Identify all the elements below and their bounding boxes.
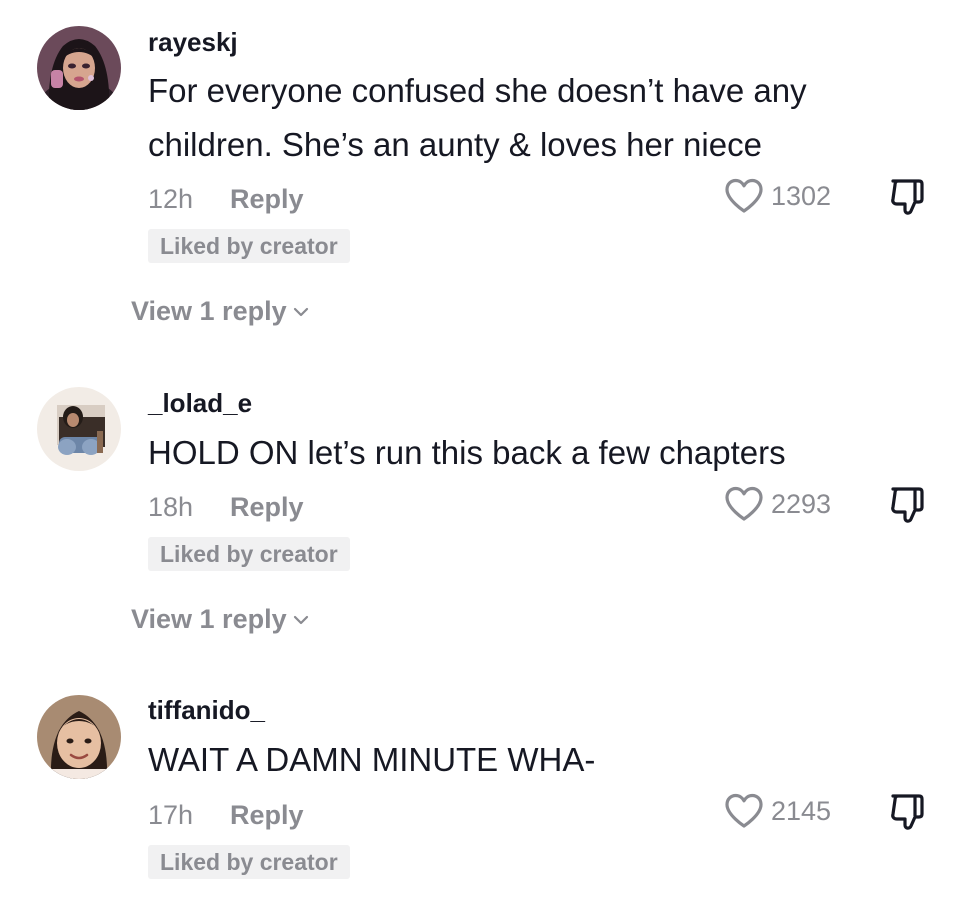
dislike-button[interactable] — [887, 177, 931, 217]
timestamp: 17h — [148, 800, 194, 830]
like-count: 2145 — [771, 795, 832, 826]
view-replies-button[interactable]: View 1 reply — [131, 298, 309, 325]
reply-button[interactable]: Reply — [230, 184, 304, 214]
dislike-button[interactable] — [887, 792, 931, 832]
chevron-down-icon — [293, 615, 308, 624]
liked-by-creator-badge: Liked by creator — [148, 845, 350, 879]
timestamp: 18h — [148, 492, 194, 522]
like-button[interactable]: 2293 — [723, 484, 831, 524]
view-replies-label: View 1 reply — [131, 296, 287, 326]
chevron-down-icon — [293, 307, 308, 316]
thumbs-down-icon — [891, 794, 924, 830]
reply-button[interactable]: Reply — [230, 800, 304, 830]
heart-outline-icon — [725, 178, 763, 213]
thumbs-down-icon — [891, 487, 924, 523]
username[interactable]: rayeskj — [148, 29, 238, 55]
comment-meta: 17h Reply — [148, 802, 304, 829]
timestamp: 12h — [148, 184, 194, 214]
like-button[interactable]: 1302 — [723, 176, 831, 216]
liked-by-creator-badge: Liked by creator — [148, 537, 350, 571]
view-replies-button[interactable]: View 1 reply — [131, 606, 309, 633]
heart-outline-icon — [725, 793, 763, 828]
heart-outline-icon — [725, 486, 763, 521]
comment-text: HOLD ON let’s run this back a few chapte… — [148, 434, 786, 471]
comment-text: WAIT A DAMN MINUTE WHA- — [148, 741, 596, 778]
avatar[interactable] — [37, 695, 121, 779]
like-count: 2293 — [771, 488, 832, 519]
username[interactable]: tiffanido_ — [148, 697, 265, 723]
reply-button[interactable]: Reply — [230, 492, 304, 522]
avatar[interactable] — [37, 387, 121, 471]
like-button[interactable]: 2145 — [723, 791, 831, 831]
liked-by-creator-badge: Liked by creator — [148, 229, 350, 263]
comment-meta: 18h Reply — [148, 494, 304, 521]
avatar[interactable] — [37, 26, 121, 110]
comment-text: For everyone confused she doesn’t have a… — [148, 72, 807, 163]
like-count: 1302 — [771, 180, 832, 211]
view-replies-label: View 1 reply — [131, 604, 287, 634]
username[interactable]: _lolad_e — [148, 390, 252, 416]
thumbs-down-icon — [891, 179, 924, 215]
comment-meta: 12h Reply — [148, 186, 304, 213]
dislike-button[interactable] — [887, 485, 931, 525]
